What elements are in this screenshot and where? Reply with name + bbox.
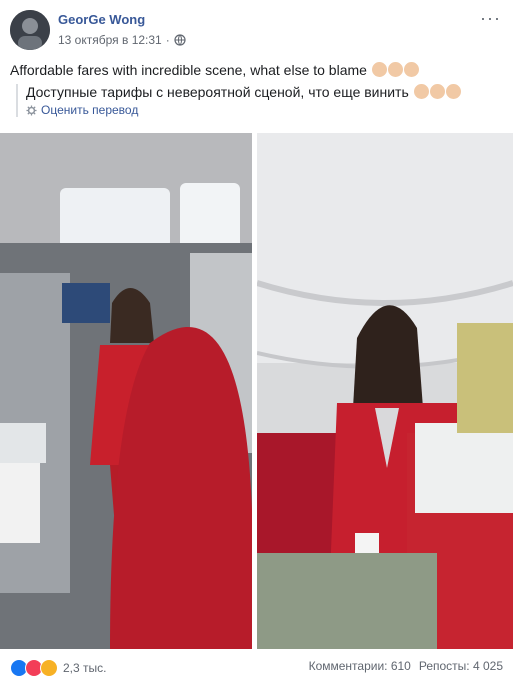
author-name[interactable]: GeorGe Wong [58,12,145,27]
haha-icon [40,659,58,677]
clapping-hands-emoji [429,84,445,99]
reaction-count[interactable]: 2,3 тыс. [63,661,106,675]
globe-icon[interactable] [174,34,186,46]
post-header: GeorGe Wong 13 октября в 12:31 · ··· [10,9,503,54]
comments-count[interactable]: Комментарии: 610 [309,659,411,673]
post-text: Affordable fares with incredible scene, … [10,62,419,78]
clapping-hands-emoji [403,62,419,77]
rate-translation-link[interactable]: Оценить перевод [41,103,138,117]
post-footer: 2,3 тыс. Комментарии: 610 Репосты: 4 025 [10,659,503,679]
dot-separator: · [165,33,170,47]
reactions-summary[interactable]: 2,3 тыс. [10,659,106,677]
translation-block: Доступные тарифы с невероятной сценой, ч… [16,84,461,117]
clapping-hands-emoji [413,84,429,99]
post-meta: 13 октября в 12:31 · [58,33,186,47]
translated-text-content: Доступные тарифы с невероятной сценой, ч… [26,84,409,100]
post-text-content: Affordable fares with incredible scene, … [10,62,367,78]
clapping-hands-emoji [371,62,387,77]
post-photo-right[interactable] [257,133,513,649]
gear-icon [26,104,37,116]
post-stats: Комментарии: 610 Репосты: 4 025 [309,659,503,673]
clapping-hands-emoji [387,62,403,77]
translated-text: Доступные тарифы с невероятной сценой, ч… [26,84,461,100]
more-options-icon[interactable]: ··· [480,9,501,27]
post-timestamp[interactable]: 13 октября в 12:31 [58,33,162,47]
shares-count[interactable]: Репосты: 4 025 [419,659,503,673]
rate-translation[interactable]: Оценить перевод [26,103,461,117]
avatar[interactable] [10,10,50,50]
clapping-hands-emoji [445,84,461,99]
post-photo-left[interactable] [0,133,252,649]
